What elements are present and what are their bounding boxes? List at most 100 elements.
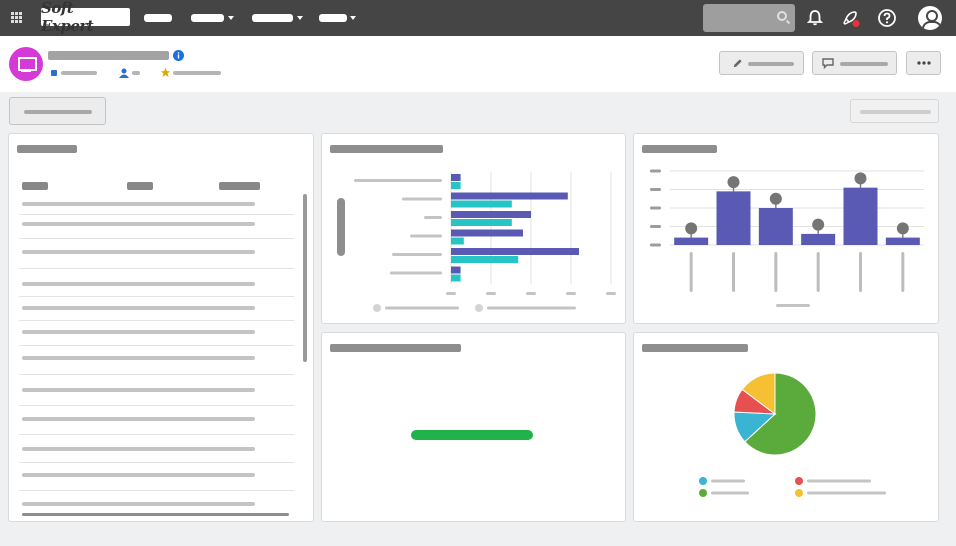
table-row[interactable] [22, 356, 255, 360]
softexpert-logo[interactable]: Soft Expert [41, 0, 130, 35]
table-row[interactable] [22, 473, 255, 477]
legend-label [385, 306, 459, 310]
marker[interactable] [769, 192, 782, 205]
progress-track [411, 430, 533, 440]
vertical-scrollbar[interactable] [303, 194, 307, 362]
marker[interactable] [854, 172, 867, 185]
column-header[interactable] [22, 182, 48, 190]
table-row[interactable] [22, 417, 255, 421]
bar[interactable] [451, 256, 519, 263]
horizontal-scrollbar[interactable] [22, 513, 289, 516]
category-label [354, 179, 442, 182]
table-row[interactable] [22, 447, 255, 451]
legend-marker[interactable] [795, 489, 803, 497]
edit-button[interactable] [719, 51, 804, 75]
marker[interactable] [812, 218, 825, 231]
progress-bar [411, 430, 533, 440]
row-divider [19, 345, 294, 346]
table-row[interactable] [22, 388, 255, 392]
table-row[interactable] [22, 282, 255, 286]
info-icon[interactable] [173, 50, 184, 61]
panel-action-button[interactable] [9, 97, 106, 125]
y-tick-label [650, 225, 661, 228]
marker[interactable] [896, 222, 909, 235]
legend-label [711, 491, 749, 495]
legend-label [807, 479, 871, 483]
bar[interactable] [451, 192, 568, 200]
x-axis-label [776, 304, 810, 307]
bar[interactable] [885, 237, 920, 245]
meta-favorite [173, 71, 221, 75]
more-options-button[interactable] [906, 51, 941, 75]
legend-marker[interactable] [699, 489, 707, 497]
notification-dot [852, 20, 860, 27]
x-tick-label [689, 252, 693, 292]
bar[interactable] [843, 187, 878, 245]
legend-marker[interactable] [373, 304, 381, 312]
table-row[interactable] [22, 250, 255, 254]
marker[interactable] [685, 222, 698, 235]
bar[interactable] [801, 233, 836, 245]
legend-marker[interactable] [699, 477, 707, 485]
apps-grid-icon[interactable] [11, 12, 22, 23]
legend-marker[interactable] [795, 477, 803, 485]
bar[interactable] [716, 191, 751, 245]
bar[interactable] [451, 229, 523, 237]
meta-code [61, 71, 97, 75]
comments-button[interactable] [812, 51, 897, 75]
column-header[interactable] [127, 182, 153, 190]
row-divider [19, 374, 294, 375]
bar[interactable] [451, 219, 512, 226]
menu-item-1[interactable] [144, 14, 172, 22]
bar[interactable] [451, 266, 461, 274]
marker[interactable] [727, 176, 740, 189]
bar[interactable] [451, 182, 461, 189]
x-tick-label [774, 252, 778, 292]
help-icon[interactable] [877, 8, 897, 28]
bar[interactable] [674, 237, 709, 245]
bar[interactable] [451, 237, 464, 245]
monitor-icon [9, 47, 43, 81]
category-label [402, 197, 442, 201]
table-row[interactable] [22, 330, 255, 334]
bar[interactable] [451, 248, 579, 255]
y-tick-label [650, 243, 661, 247]
bar[interactable] [451, 200, 512, 208]
category-label [424, 216, 442, 219]
bar[interactable] [451, 174, 461, 181]
legend-marker[interactable] [475, 304, 483, 312]
y-tick-label [650, 206, 661, 210]
bar[interactable] [451, 274, 461, 282]
table-row[interactable] [22, 202, 255, 206]
x-tick-label [901, 252, 905, 292]
star-icon[interactable] [160, 67, 171, 78]
menu-item-4[interactable] [319, 14, 347, 22]
menu-item-3[interactable] [252, 14, 293, 22]
row-divider [19, 268, 294, 269]
rocket-icon[interactable] [840, 8, 860, 28]
pie-chart-card [633, 332, 939, 522]
category-label [390, 271, 442, 275]
bar[interactable] [758, 208, 793, 245]
x-tick-label [526, 292, 536, 295]
y-tick-label [650, 188, 661, 191]
legend-label [807, 491, 886, 495]
column-header[interactable] [219, 182, 260, 190]
user-avatar-icon[interactable] [918, 6, 942, 30]
row-divider [19, 405, 294, 406]
legend-label [487, 306, 576, 310]
vertical-bar-chart [650, 169, 924, 307]
x-tick-label [606, 292, 616, 295]
users-icon [119, 68, 129, 78]
table-row[interactable] [22, 306, 255, 310]
table-row[interactable] [22, 502, 255, 506]
bell-icon[interactable] [805, 8, 825, 28]
chevron-down-icon [228, 16, 234, 20]
bar[interactable] [451, 211, 531, 218]
table-row[interactable] [22, 222, 255, 226]
disabled-action-button[interactable] [850, 99, 939, 123]
legend-label [711, 479, 745, 483]
x-tick-label [446, 292, 456, 295]
search-icon[interactable] [777, 11, 787, 21]
menu-item-2[interactable] [191, 14, 224, 22]
